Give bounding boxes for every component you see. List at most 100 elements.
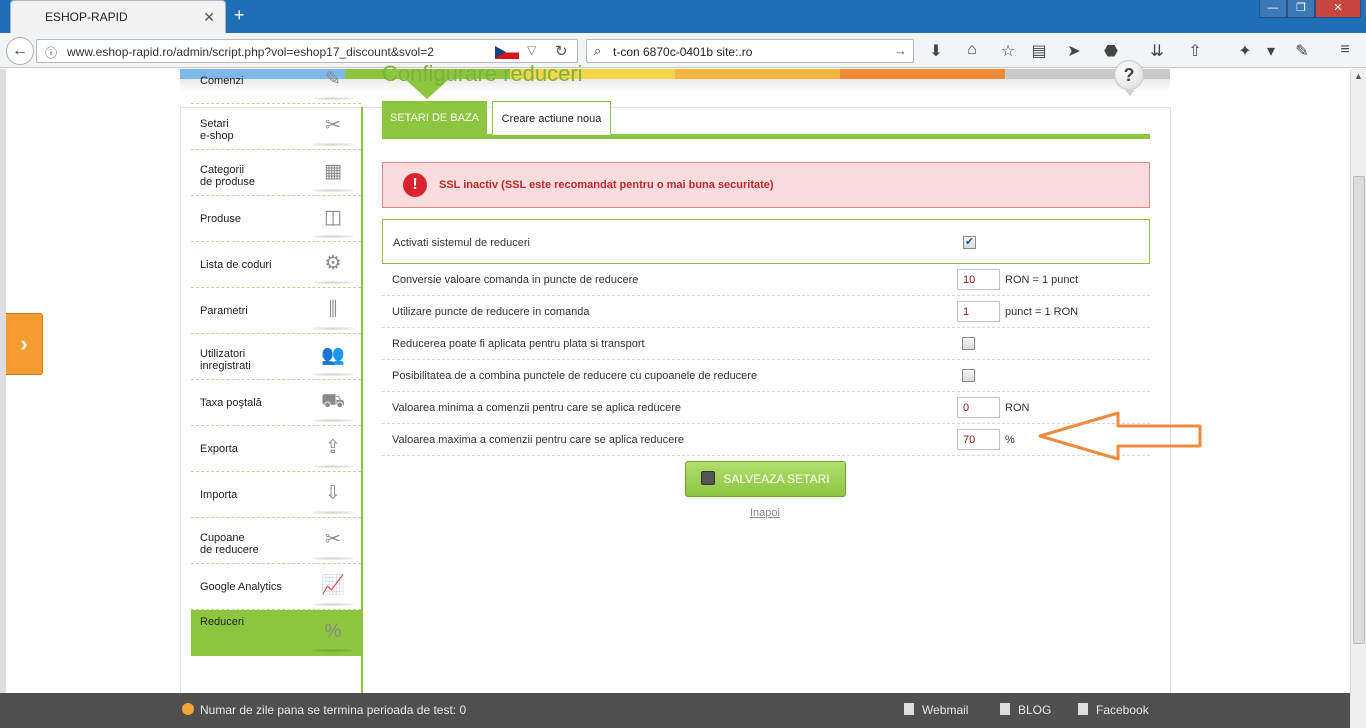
sidebar-item-lista-coduri[interactable]: Lista de coduri ⚙	[191, 242, 361, 288]
chevron-down-icon[interactable]: ▾	[1260, 41, 1282, 61]
browser-tab[interactable]: ESHOP-RAPID ✕	[10, 0, 226, 33]
import-icon: ⇩	[313, 480, 353, 514]
sidebar-divider	[361, 107, 363, 693]
help-icon[interactable]: ?	[1114, 60, 1144, 96]
sidebar-item-label: Google Analytics	[200, 581, 282, 593]
sidebar-label-line: Importa	[200, 489, 238, 501]
sidebar-item-importa[interactable]: Importa ⇩	[191, 472, 361, 518]
setting-unit: RON	[1005, 402, 1030, 414]
floppy-disk-icon	[701, 471, 716, 485]
tab-title: ESHOP-RAPID	[45, 10, 128, 24]
clock-icon	[182, 703, 194, 715]
activate-discounts-checkbox[interactable]: ✔	[963, 236, 976, 249]
minimize-window-button[interactable]: —	[1259, 0, 1287, 18]
scroll-up-icon[interactable]: ▲	[1354, 71, 1363, 81]
codes-icon: ⚙	[313, 250, 353, 284]
extension-icon[interactable]: ✦	[1234, 41, 1256, 61]
expand-panel-button[interactable]: ›	[6, 313, 43, 375]
notes-icon[interactable]: ✎	[1291, 41, 1313, 61]
back-button[interactable]: ←	[6, 37, 34, 65]
setting-unit: punct = 1 RON	[1005, 306, 1079, 318]
maximize-window-button[interactable]: ❐	[1287, 0, 1315, 18]
ssl-warning-alert: ! SSL inactiv (SSL este recomandat pentr…	[382, 162, 1150, 208]
strip-segment	[675, 69, 840, 79]
max-order-input[interactable]: 70	[957, 429, 1000, 450]
setting-label: Activati sistemul de reduceri	[393, 237, 530, 249]
send-icon[interactable]: ➤	[1063, 41, 1085, 61]
menu-icon[interactable]: ≡	[1334, 41, 1356, 59]
chevron-down-icon[interactable]: ▽	[527, 43, 536, 57]
setting-label: Conversie valoare comanda in puncte de r…	[392, 274, 639, 286]
setting-row-combine: Posibilitatea de a combina punctele de r…	[382, 360, 1150, 392]
page-border	[0, 69, 6, 693]
sidebar-item-label: Comenzi	[200, 75, 243, 87]
reload-icon[interactable]: ↻	[555, 42, 568, 60]
close-window-button[interactable]: ✕	[1315, 0, 1361, 18]
downloads-manager-icon[interactable]: ⇊	[1146, 41, 1168, 61]
apply-shipping-checkbox[interactable]	[962, 337, 975, 350]
download-icon[interactable]: ⬇	[925, 41, 947, 61]
page-scrollbar[interactable]: ▲	[1350, 69, 1366, 728]
boxes-icon: ▦	[313, 158, 353, 192]
reader-icon[interactable]: ▤	[1028, 41, 1050, 61]
setting-label: Valoarea minima a comenzii pentru care s…	[392, 402, 681, 414]
sidebar-item-google-analytics[interactable]: Google Analytics 📈	[191, 564, 361, 610]
setting-label: Utilizare puncte de reducere in comanda	[392, 306, 590, 318]
sidebar-item-exporta[interactable]: Exporta ⇪	[191, 426, 361, 472]
adblock-icon[interactable]: ⬣	[1100, 41, 1122, 61]
bookmark-star-icon[interactable]: ☆	[997, 41, 1019, 61]
sidebar-item-categorii[interactable]: Categorii de produse ▦	[191, 150, 361, 196]
sidebar-item-utilizatori[interactable]: Utilizatori inregistrati 👥	[191, 334, 361, 380]
sidebar-item-label: Produse	[200, 213, 241, 225]
trial-days-text: Numar de zile pana se termina perioada d…	[200, 703, 467, 717]
sidebar-item-produse[interactable]: Produse ◫	[191, 196, 361, 242]
blog-link[interactable]: BLOG	[1000, 703, 1051, 717]
sidebar-item-comenzi[interactable]: Comenzi ✎	[191, 58, 361, 104]
save-settings-button[interactable]: SALVEAZA SETARI	[685, 461, 846, 497]
browser-tab-strip: ESHOP-RAPID ✕ + — ❐ ✕	[0, 0, 1366, 33]
combine-coupons-checkbox[interactable]	[962, 369, 975, 382]
home-icon[interactable]: ⌂	[961, 41, 983, 59]
setting-unit: %	[1005, 434, 1015, 446]
sidebar-item-label: Lista de coduri	[200, 259, 272, 271]
new-tab-button[interactable]: +	[234, 5, 245, 26]
sidebar-item-setari[interactable]: Setari e-shop ✂	[191, 104, 361, 150]
czech-flag-icon[interactable]	[495, 46, 519, 59]
tab-setari-de-baza[interactable]: SETARI DE BAZA	[382, 101, 487, 135]
scroll-thumb[interactable]	[1353, 176, 1365, 644]
package-icon: ◫	[313, 204, 353, 238]
search-input[interactable]: t-con 6870c-0401b site:.ro	[613, 45, 752, 59]
sidebar-label-line: Comenzi	[200, 75, 244, 87]
sidebar-item-reduceri[interactable]: Reduceri %	[191, 610, 361, 656]
bottom-status-bar: Numar de zile pana se termina perioada d…	[0, 693, 1350, 728]
sidebar-label-line: Exporta	[200, 443, 238, 455]
conversion-value-input[interactable]: 10	[957, 269, 1000, 290]
sidebar-item-cupoane[interactable]: Cupoane de reducere ✂	[191, 518, 361, 564]
sidebar-label-line: e-shop	[200, 130, 234, 142]
search-go-icon[interactable]: →	[894, 43, 907, 58]
sidebar-item-label: Cupoane de reducere	[200, 532, 259, 556]
info-icon[interactable]: ⓘ	[45, 44, 57, 61]
admin-sidebar: Comenzi ✎ Setari e-shop ✂ Categorii de pro…	[191, 58, 361, 656]
strip-segment	[1005, 69, 1170, 79]
warning-icon: !	[403, 173, 427, 197]
facebook-link[interactable]: Facebook	[1078, 703, 1149, 717]
sidebar-item-taxa-postala[interactable]: Taxa poştală ⛟	[191, 380, 361, 426]
webmail-link[interactable]: Webmail	[904, 703, 968, 717]
truck-icon: ⛟	[313, 388, 353, 422]
sidebar-item-parametri[interactable]: Parametri ⫼	[191, 288, 361, 334]
page-title: Configurare reduceri	[382, 61, 583, 86]
sidebar-item-label: Taxa poştală	[200, 397, 262, 409]
clipboard-icon: ✎	[313, 66, 353, 100]
sidebar-label-line: Cupoane	[200, 532, 245, 544]
upload-icon[interactable]: ⇧	[1184, 41, 1206, 61]
close-tab-icon[interactable]: ✕	[203, 9, 215, 26]
tab-creare-actiune-noua[interactable]: Creare actiune noua	[492, 101, 611, 135]
setting-label: Posibilitatea de a combina punctele de r…	[392, 370, 758, 382]
points-usage-input[interactable]: 1	[957, 301, 1000, 322]
coupon-icon: ✂	[313, 526, 353, 560]
back-link[interactable]: Inapoi	[750, 507, 780, 519]
search-bar[interactable]: ⌕ t-con 6870c-0401b site:.ro →	[586, 39, 914, 63]
sliders-icon: ⫼	[313, 296, 353, 330]
min-order-input[interactable]: 0	[957, 397, 1000, 418]
